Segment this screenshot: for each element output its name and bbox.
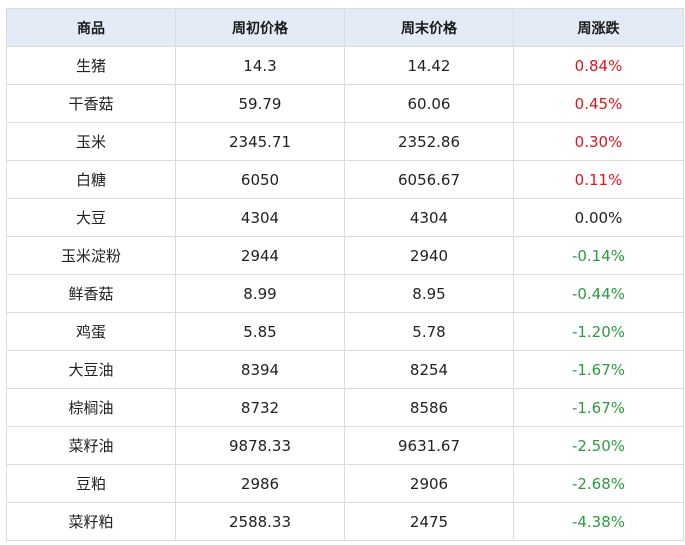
cell-start-price: 59.79 bbox=[175, 84, 345, 123]
table-header: 商品 周初价格 周末价格 周涨跌 bbox=[6, 8, 684, 47]
cell-start-price: 8394 bbox=[175, 350, 345, 389]
cell-start-price: 2345.71 bbox=[175, 122, 345, 161]
cell-start-price: 14.3 bbox=[175, 46, 345, 85]
cell-end-price: 2940 bbox=[344, 236, 514, 275]
cell-end-price: 6056.67 bbox=[344, 160, 514, 199]
cell-start-price: 8732 bbox=[175, 388, 345, 427]
weekly-price-table: 商品 周初价格 周末价格 周涨跌 生猪 14.3 14.42 0.84% 干香菇… bbox=[6, 8, 684, 541]
cell-start-price: 5.85 bbox=[175, 312, 345, 351]
header-row: 商品 周初价格 周末价格 周涨跌 bbox=[6, 8, 684, 47]
cell-change: -0.44% bbox=[513, 274, 684, 313]
table-row: 鸡蛋 5.85 5.78 -1.20% bbox=[6, 312, 684, 351]
cell-start-price: 4304 bbox=[175, 198, 345, 237]
cell-commodity: 棕榈油 bbox=[6, 388, 176, 427]
cell-commodity: 鸡蛋 bbox=[6, 312, 176, 351]
cell-commodity: 生猪 bbox=[6, 46, 176, 85]
cell-end-price: 8.95 bbox=[344, 274, 514, 313]
cell-end-price: 2475 bbox=[344, 502, 514, 541]
cell-change: -2.50% bbox=[513, 426, 684, 465]
cell-end-price: 5.78 bbox=[344, 312, 514, 351]
cell-end-price: 60.06 bbox=[344, 84, 514, 123]
cell-end-price: 4304 bbox=[344, 198, 514, 237]
table-row: 白糖 6050 6056.67 0.11% bbox=[6, 160, 684, 199]
cell-change: 0.11% bbox=[513, 160, 684, 199]
cell-end-price: 8586 bbox=[344, 388, 514, 427]
table-row: 豆粕 2986 2906 -2.68% bbox=[6, 464, 684, 503]
cell-change: 0.45% bbox=[513, 84, 684, 123]
cell-commodity: 白糖 bbox=[6, 160, 176, 199]
cell-end-price: 2352.86 bbox=[344, 122, 514, 161]
cell-start-price: 2944 bbox=[175, 236, 345, 275]
table-row: 干香菇 59.79 60.06 0.45% bbox=[6, 84, 684, 123]
cell-commodity: 干香菇 bbox=[6, 84, 176, 123]
cell-change: -0.14% bbox=[513, 236, 684, 275]
cell-change: 0.00% bbox=[513, 198, 684, 237]
table-body: 生猪 14.3 14.42 0.84% 干香菇 59.79 60.06 0.45… bbox=[6, 46, 684, 541]
cell-commodity: 菜籽粕 bbox=[6, 502, 176, 541]
cell-end-price: 14.42 bbox=[344, 46, 514, 85]
cell-change: -1.67% bbox=[513, 350, 684, 389]
cell-change: -1.67% bbox=[513, 388, 684, 427]
cell-change: 0.30% bbox=[513, 122, 684, 161]
header-commodity: 商品 bbox=[6, 8, 176, 47]
cell-commodity: 大豆 bbox=[6, 198, 176, 237]
cell-start-price: 2986 bbox=[175, 464, 345, 503]
cell-start-price: 2588.33 bbox=[175, 502, 345, 541]
header-end-price: 周末价格 bbox=[344, 8, 514, 47]
cell-commodity: 豆粕 bbox=[6, 464, 176, 503]
cell-commodity: 大豆油 bbox=[6, 350, 176, 389]
cell-change: 0.84% bbox=[513, 46, 684, 85]
table-row: 大豆油 8394 8254 -1.67% bbox=[6, 350, 684, 389]
cell-commodity: 菜籽油 bbox=[6, 426, 176, 465]
cell-change: -1.20% bbox=[513, 312, 684, 351]
table-row: 鲜香菇 8.99 8.95 -0.44% bbox=[6, 274, 684, 313]
cell-start-price: 8.99 bbox=[175, 274, 345, 313]
header-weekly-change: 周涨跌 bbox=[513, 8, 684, 47]
table-row: 生猪 14.3 14.42 0.84% bbox=[6, 46, 684, 85]
cell-commodity: 玉米淀粉 bbox=[6, 236, 176, 275]
cell-change: -4.38% bbox=[513, 502, 684, 541]
cell-end-price: 2906 bbox=[344, 464, 514, 503]
cell-end-price: 8254 bbox=[344, 350, 514, 389]
cell-start-price: 6050 bbox=[175, 160, 345, 199]
table-row: 玉米淀粉 2944 2940 -0.14% bbox=[6, 236, 684, 275]
table-row: 菜籽油 9878.33 9631.67 -2.50% bbox=[6, 426, 684, 465]
cell-start-price: 9878.33 bbox=[175, 426, 345, 465]
cell-change: -2.68% bbox=[513, 464, 684, 503]
price-table-container: 商品 周初价格 周末价格 周涨跌 生猪 14.3 14.42 0.84% 干香菇… bbox=[6, 8, 684, 541]
table-row: 大豆 4304 4304 0.00% bbox=[6, 198, 684, 237]
table-row: 棕榈油 8732 8586 -1.67% bbox=[6, 388, 684, 427]
cell-commodity: 玉米 bbox=[6, 122, 176, 161]
table-row: 玉米 2345.71 2352.86 0.30% bbox=[6, 122, 684, 161]
header-start-price: 周初价格 bbox=[175, 8, 345, 47]
table-row: 菜籽粕 2588.33 2475 -4.38% bbox=[6, 502, 684, 541]
cell-commodity: 鲜香菇 bbox=[6, 274, 176, 313]
cell-end-price: 9631.67 bbox=[344, 426, 514, 465]
